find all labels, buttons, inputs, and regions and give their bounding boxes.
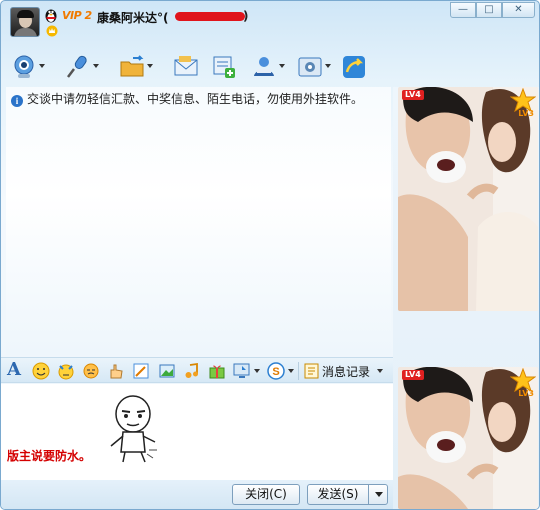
share-icon xyxy=(343,56,365,78)
contact-name[interactable]: 康桑阿米达°( xyxy=(97,9,169,26)
soso-icon[interactable]: S xyxy=(267,362,285,380)
magic-emoji-icon[interactable] xyxy=(57,362,75,380)
close-button[interactable]: 关闭(C) xyxy=(232,484,300,505)
emoji-icon[interactable] xyxy=(32,362,50,380)
music-icon[interactable] xyxy=(183,362,201,380)
history-icon[interactable] xyxy=(303,362,321,380)
user-card-button[interactable] xyxy=(247,51,287,83)
title-bar[interactable]: VIP 2 康桑阿米达°( ) — □ ✕ xyxy=(1,1,539,45)
send-file-button[interactable] xyxy=(115,51,155,83)
doodle-icon[interactable] xyxy=(132,362,150,380)
maximize-button[interactable]: □ xyxy=(476,2,502,18)
chevron-down-icon xyxy=(375,492,383,497)
input-text: 版主说要防水。 xyxy=(7,449,92,463)
user-card-icon xyxy=(254,57,274,76)
qq-penguin-icon[interactable] xyxy=(44,7,58,23)
message-input[interactable]: 版主说要防水。 xyxy=(1,384,393,480)
star-level-label: LV3 xyxy=(518,389,534,398)
screen-share-dropdown-icon[interactable] xyxy=(254,369,260,373)
microphone-icon xyxy=(67,55,87,78)
message-record-dropdown-icon[interactable] xyxy=(377,369,383,373)
webcam-icon xyxy=(14,55,34,78)
send-options-button[interactable] xyxy=(368,484,388,505)
level-badge: LV4 xyxy=(402,90,424,100)
crown-icon xyxy=(46,25,58,37)
star-level-label: LV3 xyxy=(518,109,534,118)
chat-window: VIP 2 康桑阿米达°( ) — □ ✕ i 交谈中请勿轻信汇款、中奖信息、陌… xyxy=(0,0,540,510)
chat-toolbar xyxy=(7,49,387,85)
redacted-signature xyxy=(175,12,245,21)
contact-avatar[interactable] xyxy=(10,7,40,37)
screen-share-icon[interactable] xyxy=(233,362,251,380)
screenshot-icon[interactable] xyxy=(158,362,176,380)
message-record-button[interactable]: 消息记录 xyxy=(322,363,370,380)
gift-icon[interactable] xyxy=(208,362,226,380)
format-separator xyxy=(298,362,299,380)
format-toolbar: A S 消息记录 xyxy=(1,357,393,383)
webcam-button[interactable] xyxy=(7,51,47,83)
send-button[interactable]: 发送(S) xyxy=(307,484,369,505)
safety-notice-text: 交谈中请勿轻信汇款、中奖信息、陌生电话，勿使用外挂软件。 xyxy=(27,92,364,106)
mail-button[interactable] xyxy=(169,51,209,83)
svg-text:S: S xyxy=(272,366,279,378)
vip-badge: VIP 2 xyxy=(62,9,92,22)
soso-dropdown-icon[interactable] xyxy=(288,369,294,373)
shake-icon[interactable] xyxy=(82,362,100,380)
folder-icon xyxy=(120,55,144,77)
settings-icon xyxy=(298,57,322,77)
chat-history[interactable]: i 交谈中请勿轻信汇款、中奖信息、陌生电话，勿使用外挂软件。 xyxy=(6,87,391,355)
add-app-button[interactable] xyxy=(207,51,247,83)
share-button[interactable] xyxy=(337,51,377,83)
qq-show-panel: LV4 LV3 LV4 LV3 xyxy=(393,87,539,509)
settings-button[interactable] xyxy=(293,51,333,83)
qq-show-image-contact[interactable]: LV4 LV3 xyxy=(398,87,538,311)
qq-show-image-self[interactable]: LV4 LV3 xyxy=(398,367,538,509)
font-button[interactable]: A xyxy=(7,359,21,380)
couple-photo-image xyxy=(398,87,538,311)
hand-icon[interactable] xyxy=(107,362,125,380)
meme-sticker xyxy=(110,395,157,463)
add-app-icon xyxy=(213,56,235,78)
contact-name-end: ) xyxy=(243,9,249,23)
mail-icon xyxy=(174,56,198,76)
info-icon: i xyxy=(11,95,23,107)
close-window-button[interactable]: ✕ xyxy=(502,2,535,18)
minimize-button[interactable]: — xyxy=(450,2,476,18)
voice-button[interactable] xyxy=(61,51,101,83)
bottom-bar: 关闭(C) 发送(S) xyxy=(1,480,393,509)
safety-notice: i 交谈中请勿轻信汇款、中奖信息、陌生电话，勿使用外挂软件。 xyxy=(11,90,363,107)
level-badge: LV4 xyxy=(402,370,424,380)
